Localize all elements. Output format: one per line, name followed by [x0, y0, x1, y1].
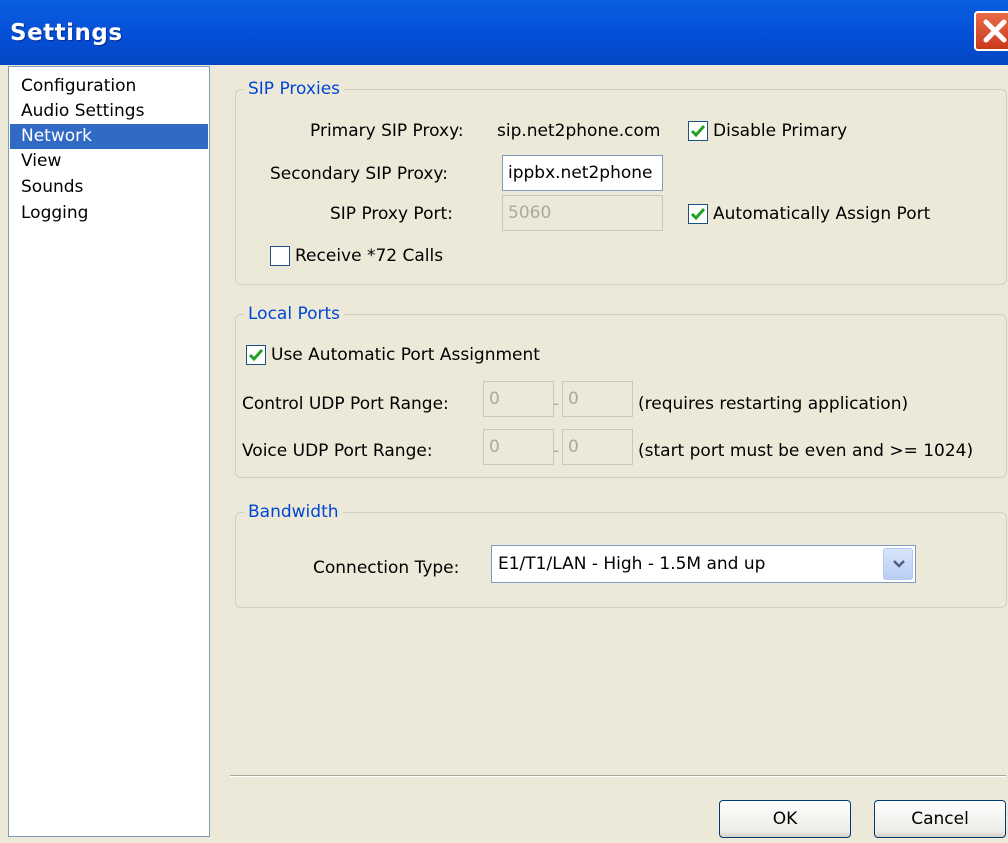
sip-proxies-title: SIP Proxies — [244, 78, 345, 100]
auto-port-assignment-label[interactable]: Use Automatic Port Assignment — [271, 344, 540, 366]
primary-sip-proxy-label: Primary SIP Proxy: — [310, 121, 464, 141]
sip-proxy-port-input[interactable]: 5060 — [502, 195, 663, 231]
auto-assign-port-checkbox[interactable] — [688, 204, 708, 224]
control-udp-port-range-label: Control UDP Port Range: — [242, 394, 449, 414]
connection-type-value: E1/T1/LAN - High - 1.5M and up — [498, 554, 766, 574]
voice-udp-note: (start port must be even and >= 1024) — [638, 441, 974, 461]
nav-item-sounds[interactable]: Sounds — [10, 175, 208, 200]
control-udp-port-to-input[interactable]: 0 — [562, 381, 633, 417]
connection-type-select[interactable]: E1/T1/LAN - High - 1.5M and up — [491, 545, 916, 583]
auto-port-assignment-checkbox[interactable] — [246, 345, 266, 365]
secondary-sip-proxy-input[interactable]: ippbx.net2phone — [502, 155, 663, 191]
voice-udp-port-from-input[interactable]: 0 — [483, 429, 554, 465]
nav-item-audio-settings[interactable]: Audio Settings — [10, 99, 208, 124]
nav-item-logging[interactable]: Logging — [10, 201, 208, 226]
settings-category-list[interactable]: Configuration Audio Settings Network Vie… — [8, 66, 210, 837]
receive-72-calls-label[interactable]: Receive *72 Calls — [295, 245, 443, 267]
voice-udp-port-to-input[interactable]: 0 — [562, 429, 633, 465]
bandwidth-title: Bandwidth — [244, 501, 343, 523]
local-ports-title: Local Ports — [244, 303, 345, 325]
ok-button[interactable]: OK — [719, 800, 851, 838]
connection-type-dropdown-button[interactable] — [883, 548, 913, 580]
sip-proxy-port-label: SIP Proxy Port: — [330, 204, 453, 224]
control-udp-note: (requires restarting application) — [638, 394, 909, 414]
auto-assign-port-label[interactable]: Automatically Assign Port — [713, 203, 930, 225]
disable-primary-label[interactable]: Disable Primary — [713, 120, 847, 142]
voice-udp-range-dash: - — [553, 441, 560, 461]
receive-72-calls-checkbox[interactable] — [270, 246, 290, 266]
cancel-button[interactable]: Cancel — [874, 800, 1006, 838]
close-button[interactable] — [974, 11, 1008, 51]
nav-item-network[interactable]: Network — [10, 124, 208, 149]
footer-separator — [230, 775, 1006, 777]
secondary-sip-proxy-label: Secondary SIP Proxy: — [270, 164, 448, 184]
window-title: Settings — [10, 20, 123, 46]
title-bar: Settings — [0, 0, 1008, 65]
control-udp-port-from-input[interactable]: 0 — [483, 381, 554, 417]
disable-primary-checkbox[interactable] — [688, 121, 708, 141]
nav-item-view[interactable]: View — [10, 149, 208, 174]
control-udp-range-dash: - — [553, 394, 560, 414]
nav-item-configuration[interactable]: Configuration — [10, 74, 208, 99]
connection-type-label: Connection Type: — [313, 558, 460, 578]
primary-sip-proxy-value: sip.net2phone.com — [497, 121, 661, 141]
voice-udp-port-range-label: Voice UDP Port Range: — [242, 441, 433, 461]
